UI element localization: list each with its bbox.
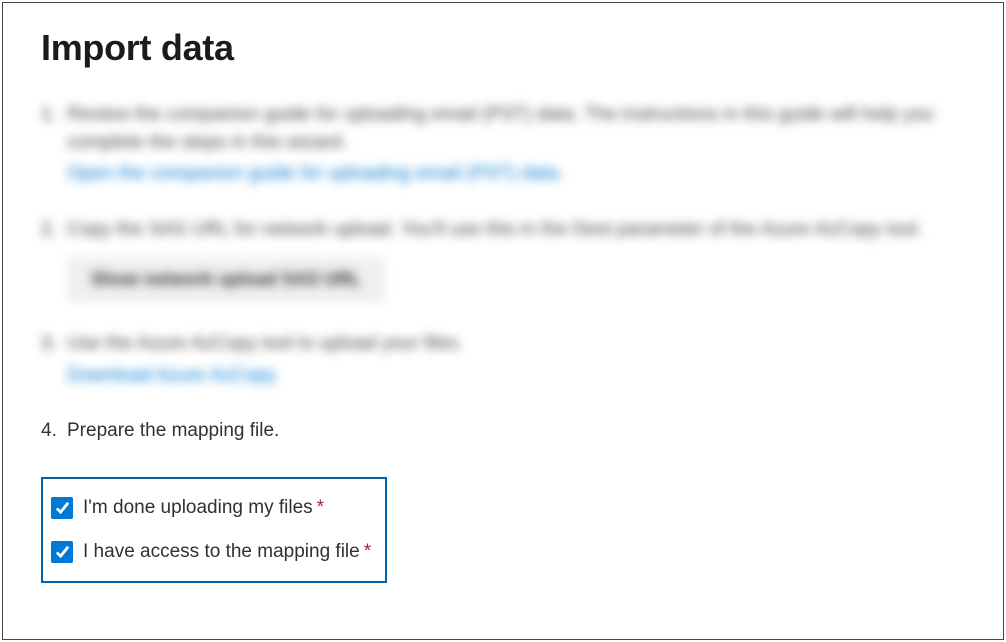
required-indicator: * [317,497,324,519]
steps-list: Review the companion guide for uploading… [41,101,965,445]
step-4-text: Prepare the mapping file. [67,420,279,441]
step-2-text: Copy the SAS URL for network upload. You… [67,219,922,240]
checkbox-highlight-region: I'm done uploading my files * I have acc… [41,477,387,583]
step-3: Use the Azure AzCopy tool to upload your… [41,330,965,389]
step-1-text: Review the companion guide for uploading… [67,104,934,153]
have-mapping-checkbox-row: I have access to the mapping file * [51,541,371,563]
wizard-panel: Import data Review the companion guide f… [2,2,1004,640]
have-mapping-label: I have access to the mapping file [83,541,360,563]
have-mapping-checkbox[interactable] [51,541,73,563]
show-sas-url-button[interactable]: Show network upload SAS URL [67,257,385,302]
done-uploading-checkbox[interactable] [51,497,73,519]
step-3-text: Use the Azure AzCopy tool to upload your… [67,333,463,354]
checkmark-icon [55,500,70,515]
step-2: Copy the SAS URL for network upload. You… [41,216,965,303]
required-indicator: * [364,541,371,563]
done-uploading-checkbox-row: I'm done uploading my files * [51,497,371,519]
checkmark-icon [55,544,70,559]
step-1: Review the companion guide for uploading… [41,101,965,188]
step-4: Prepare the mapping file. [41,417,965,445]
page-title: Import data [41,27,965,69]
download-azcopy-link[interactable]: Download Azure AzCopy [67,362,965,390]
companion-guide-link[interactable]: Open the companion guide for uploading e… [67,160,965,188]
done-uploading-label: I'm done uploading my files [83,497,313,519]
